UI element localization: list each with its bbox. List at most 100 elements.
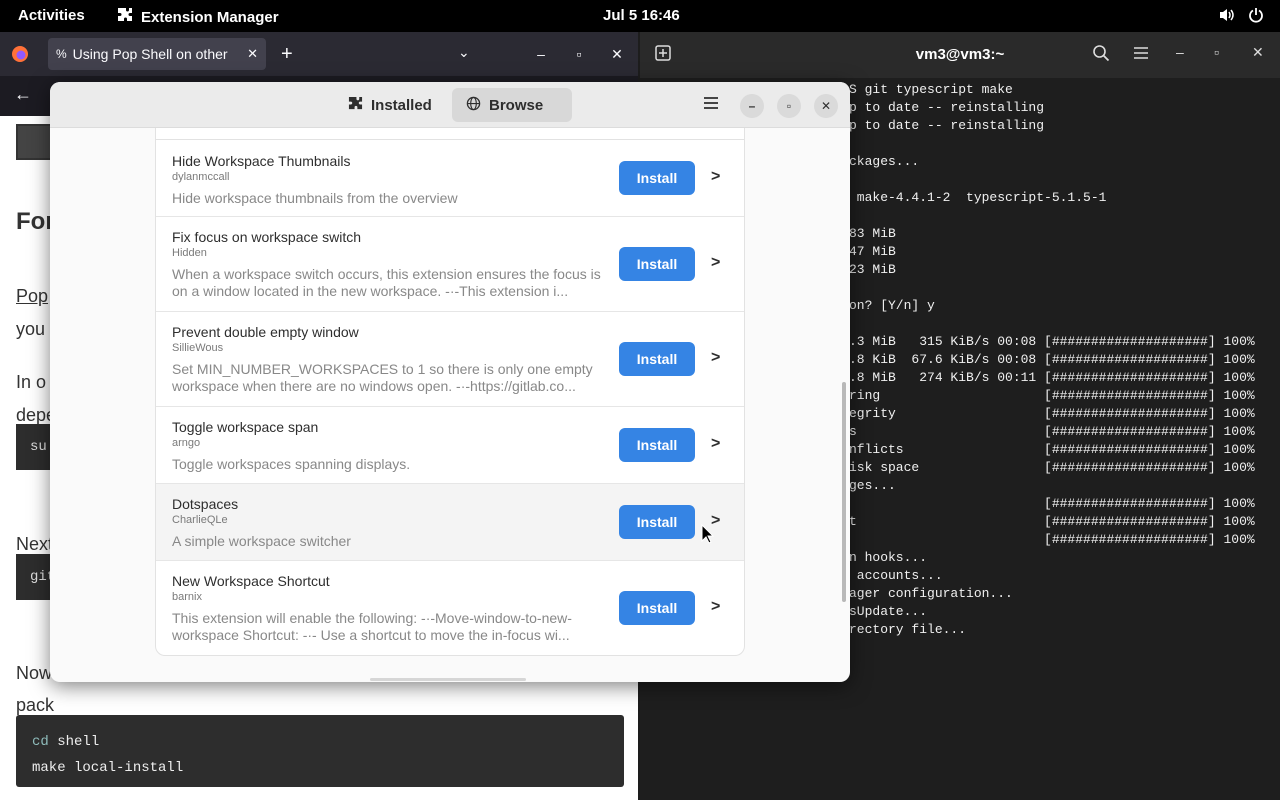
terminal-line: .8 MiB 274 KiB/s 00:11 [################… xyxy=(849,370,1255,385)
terminal-line: [####################] 100% xyxy=(849,496,1255,511)
close-icon[interactable]: ✕ xyxy=(1252,44,1264,61)
list-item[interactable]: Toggle workspace span arngo Toggle works… xyxy=(156,407,744,484)
scrollbar[interactable] xyxy=(842,382,846,602)
code-text: shell xyxy=(48,734,100,750)
install-button[interactable]: Install xyxy=(619,505,695,539)
terminal-line: 47 MiB xyxy=(849,244,896,259)
para-text: In o xyxy=(16,372,47,392)
para-text: pack xyxy=(16,695,55,715)
extension-author: SillieWous xyxy=(172,342,224,354)
list-row-partial xyxy=(156,128,744,140)
puzzle-icon xyxy=(348,96,363,115)
tab-installed[interactable]: Installed xyxy=(334,88,446,122)
chevron-right-icon[interactable]: > xyxy=(711,254,720,272)
maximize-icon[interactable]: ▫ xyxy=(568,43,590,65)
extension-name: Dotspaces xyxy=(172,496,239,512)
close-icon[interactable]: ✕ xyxy=(814,94,838,118)
extension-author: Hidden xyxy=(172,247,207,259)
tab-browse-label: Browse xyxy=(489,96,544,114)
maximize-icon[interactable]: ▫ xyxy=(777,94,801,118)
tab-browse[interactable]: Browse xyxy=(452,88,572,122)
terminal-line: p to date -- reinstalling xyxy=(849,100,1045,115)
extension-name: Hide Workspace Thumbnails xyxy=(172,153,351,169)
hamburger-menu-icon[interactable] xyxy=(702,94,720,118)
extension-name: Fix focus on workspace switch xyxy=(172,229,362,245)
para-text: you xyxy=(16,319,46,339)
list-item[interactable]: Fix focus on workspace switch Hidden Whe… xyxy=(156,217,744,312)
list-item[interactable]: Hide Workspace Thumbnails dylanmccall Hi… xyxy=(156,140,744,217)
app-menu[interactable]: Extension Manager xyxy=(117,7,279,27)
minimize-icon[interactable]: – xyxy=(740,94,764,118)
puzzle-icon xyxy=(117,7,133,27)
terminal-line: S git typescript make xyxy=(849,82,1013,97)
terminal-line: n hooks... xyxy=(849,550,928,565)
activities-button[interactable]: Activities xyxy=(18,7,85,24)
maximize-icon[interactable]: ▫ xyxy=(1214,44,1219,60)
extension-author: arngo xyxy=(172,437,201,449)
minimize-icon[interactable]: – xyxy=(1176,44,1184,60)
terminal-line: on? [Y/n] y xyxy=(849,298,935,313)
firefox-icon[interactable] xyxy=(10,44,30,69)
clock[interactable]: Jul 5 16:46 xyxy=(603,7,680,24)
extension-name: Prevent double empty window xyxy=(172,324,359,340)
chevron-right-icon[interactable]: > xyxy=(711,349,720,367)
app-menu-label: Extension Manager xyxy=(141,8,279,26)
install-button[interactable]: Install xyxy=(619,428,695,462)
list-item[interactable]: Dotspaces CharlieQLe A simple workspace … xyxy=(156,484,744,561)
scroll-indicator xyxy=(370,678,526,681)
terminal-line: make-4.4.1-2 typescript-5.1.5-1 xyxy=(849,190,1107,205)
list-item[interactable]: New Workspace Shortcut barnix This exten… xyxy=(156,561,744,655)
volume-icon xyxy=(1218,7,1236,27)
terminal-line: sUpdate... xyxy=(849,604,928,619)
browser-tab[interactable]: % Using Pop Shell on other ✕ xyxy=(48,38,266,70)
chevron-right-icon[interactable]: > xyxy=(711,168,720,186)
page-heading: For xyxy=(16,208,55,235)
close-icon[interactable]: ✕ xyxy=(606,43,628,65)
top-bar: Activities Extension Manager Jul 5 16:46 xyxy=(0,0,1280,32)
terminal-line: nflicts [####################] 100% xyxy=(849,442,1255,457)
terminal-title: vm3@vm3:~ xyxy=(915,46,1005,63)
list-tabs-icon[interactable]: ⌄ xyxy=(458,44,470,61)
terminal-line: .3 MiB 315 KiB/s 00:08 [################… xyxy=(849,334,1255,349)
back-arrow-icon[interactable]: ← xyxy=(14,84,32,105)
para-text: Now xyxy=(16,663,53,683)
install-button[interactable]: Install xyxy=(619,247,695,281)
tab-title: Using Pop Shell on other xyxy=(72,46,228,62)
install-button[interactable]: Install xyxy=(619,342,695,376)
hamburger-menu-icon[interactable] xyxy=(1132,44,1150,67)
terminal-line: p to date -- reinstalling xyxy=(849,118,1045,133)
minimize-icon[interactable]: – xyxy=(530,43,552,65)
extension-desc: When a workspace switch occurs, this ext… xyxy=(172,266,601,299)
extension-desc: Hide workspace thumbnails from the overv… xyxy=(172,190,458,206)
terminal-line: s [####################] 100% xyxy=(849,424,1255,439)
terminal-line: ager configuration... xyxy=(849,586,1013,601)
install-button[interactable]: Install xyxy=(619,591,695,625)
chevron-right-icon[interactable]: > xyxy=(711,598,720,616)
power-icon xyxy=(1248,7,1264,27)
extensions-list[interactable]: Hide Workspace Thumbnails dylanmccall Hi… xyxy=(155,128,745,656)
extension-name: New Workspace Shortcut xyxy=(172,573,330,589)
extension-author: CharlieQLe xyxy=(172,514,228,526)
terminal-line: .8 KiB 67.6 KiB/s 00:08 [###############… xyxy=(849,352,1255,367)
tab-bar: % Using Pop Shell on other ✕ + ⌄ – ▫ ✕ xyxy=(0,32,638,76)
terminal-line: ring [####################] 100% xyxy=(849,388,1255,403)
code-keyword: cd xyxy=(32,734,49,750)
pop-favicon-icon: % xyxy=(56,47,67,61)
extension-desc: A simple workspace switcher xyxy=(172,533,351,549)
tab-installed-label: Installed xyxy=(371,96,432,114)
search-icon[interactable] xyxy=(1092,44,1110,67)
terminal-line: isk space [####################] 100% xyxy=(849,460,1255,475)
globe-icon xyxy=(466,96,481,115)
terminal-line: accounts... xyxy=(849,568,943,583)
para-text: Next xyxy=(16,534,54,554)
install-button[interactable]: Install xyxy=(619,161,695,195)
list-item[interactable]: Prevent double empty window SillieWous S… xyxy=(156,312,744,407)
terminal-line: t [####################] 100% xyxy=(849,514,1255,529)
terminal-line: 23 MiB xyxy=(849,262,896,277)
system-tray[interactable] xyxy=(1218,7,1264,27)
chevron-right-icon[interactable]: > xyxy=(711,435,720,453)
new-tab-button[interactable]: + xyxy=(281,43,293,66)
close-tab-icon[interactable]: ✕ xyxy=(247,46,258,62)
extension-desc: Toggle workspaces spanning displays. xyxy=(172,456,411,472)
pop-link[interactable]: Pop xyxy=(16,286,48,307)
